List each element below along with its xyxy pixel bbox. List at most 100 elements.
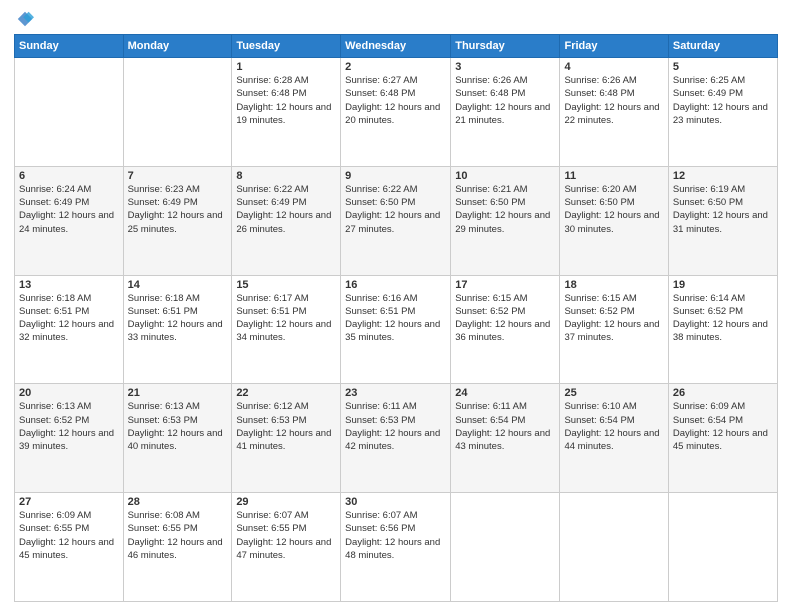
calendar-day-1: 1 Sunrise: 6:28 AMSunset: 6:48 PMDayligh… [232,58,341,167]
logo [14,10,34,28]
day-number: 8 [236,170,336,182]
header [14,10,778,28]
day-number: 21 [128,387,228,399]
calendar-table: SundayMondayTuesdayWednesdayThursdayFrid… [14,34,778,602]
calendar-header-row: SundayMondayTuesdayWednesdayThursdayFrid… [15,35,778,58]
day-info: Sunrise: 6:17 AMSunset: 6:51 PMDaylight:… [236,293,331,344]
day-header-friday: Friday [560,35,668,58]
day-number: 15 [236,279,336,291]
calendar-day-6: 6 Sunrise: 6:24 AMSunset: 6:49 PMDayligh… [15,166,124,275]
day-number: 18 [564,279,663,291]
empty-cell [451,493,560,602]
calendar-day-30: 30 Sunrise: 6:07 AMSunset: 6:56 PMDaylig… [341,493,451,602]
empty-cell [15,58,124,167]
day-info: Sunrise: 6:15 AMSunset: 6:52 PMDaylight:… [455,293,550,344]
day-info: Sunrise: 6:15 AMSunset: 6:52 PMDaylight:… [564,293,659,344]
day-number: 24 [455,387,555,399]
day-number: 1 [236,61,336,73]
day-number: 14 [128,279,228,291]
day-info: Sunrise: 6:09 AMSunset: 6:55 PMDaylight:… [19,510,114,561]
day-info: Sunrise: 6:23 AMSunset: 6:49 PMDaylight:… [128,184,223,235]
day-number: 26 [673,387,773,399]
day-info: Sunrise: 6:16 AMSunset: 6:51 PMDaylight:… [345,293,440,344]
calendar-day-12: 12 Sunrise: 6:19 AMSunset: 6:50 PMDaylig… [668,166,777,275]
day-header-tuesday: Tuesday [232,35,341,58]
day-info: Sunrise: 6:21 AMSunset: 6:50 PMDaylight:… [455,184,550,235]
day-info: Sunrise: 6:28 AMSunset: 6:48 PMDaylight:… [236,75,331,126]
calendar-day-22: 22 Sunrise: 6:12 AMSunset: 6:53 PMDaylig… [232,384,341,493]
calendar-day-18: 18 Sunrise: 6:15 AMSunset: 6:52 PMDaylig… [560,275,668,384]
day-number: 12 [673,170,773,182]
calendar-day-16: 16 Sunrise: 6:16 AMSunset: 6:51 PMDaylig… [341,275,451,384]
calendar-day-8: 8 Sunrise: 6:22 AMSunset: 6:49 PMDayligh… [232,166,341,275]
calendar-day-14: 14 Sunrise: 6:18 AMSunset: 6:51 PMDaylig… [123,275,232,384]
calendar-day-20: 20 Sunrise: 6:13 AMSunset: 6:52 PMDaylig… [15,384,124,493]
calendar-day-2: 2 Sunrise: 6:27 AMSunset: 6:48 PMDayligh… [341,58,451,167]
day-info: Sunrise: 6:13 AMSunset: 6:53 PMDaylight:… [128,401,223,452]
calendar-day-27: 27 Sunrise: 6:09 AMSunset: 6:55 PMDaylig… [15,493,124,602]
day-info: Sunrise: 6:08 AMSunset: 6:55 PMDaylight:… [128,510,223,561]
calendar-day-25: 25 Sunrise: 6:10 AMSunset: 6:54 PMDaylig… [560,384,668,493]
day-info: Sunrise: 6:22 AMSunset: 6:49 PMDaylight:… [236,184,331,235]
calendar-day-17: 17 Sunrise: 6:15 AMSunset: 6:52 PMDaylig… [451,275,560,384]
day-info: Sunrise: 6:19 AMSunset: 6:50 PMDaylight:… [673,184,768,235]
calendar-day-9: 9 Sunrise: 6:22 AMSunset: 6:50 PMDayligh… [341,166,451,275]
calendar-week-2: 6 Sunrise: 6:24 AMSunset: 6:49 PMDayligh… [15,166,778,275]
calendar-day-24: 24 Sunrise: 6:11 AMSunset: 6:54 PMDaylig… [451,384,560,493]
day-header-sunday: Sunday [15,35,124,58]
calendar-day-29: 29 Sunrise: 6:07 AMSunset: 6:55 PMDaylig… [232,493,341,602]
day-number: 6 [19,170,119,182]
day-number: 23 [345,387,446,399]
calendar-day-23: 23 Sunrise: 6:11 AMSunset: 6:53 PMDaylig… [341,384,451,493]
day-number: 3 [455,61,555,73]
day-info: Sunrise: 6:12 AMSunset: 6:53 PMDaylight:… [236,401,331,452]
empty-cell [560,493,668,602]
day-info: Sunrise: 6:25 AMSunset: 6:49 PMDaylight:… [673,75,768,126]
day-header-saturday: Saturday [668,35,777,58]
calendar-day-28: 28 Sunrise: 6:08 AMSunset: 6:55 PMDaylig… [123,493,232,602]
calendar-day-7: 7 Sunrise: 6:23 AMSunset: 6:49 PMDayligh… [123,166,232,275]
day-info: Sunrise: 6:11 AMSunset: 6:54 PMDaylight:… [455,401,550,452]
day-number: 28 [128,496,228,508]
calendar-day-15: 15 Sunrise: 6:17 AMSunset: 6:51 PMDaylig… [232,275,341,384]
day-number: 19 [673,279,773,291]
day-info: Sunrise: 6:14 AMSunset: 6:52 PMDaylight:… [673,293,768,344]
calendar-day-3: 3 Sunrise: 6:26 AMSunset: 6:48 PMDayligh… [451,58,560,167]
day-number: 7 [128,170,228,182]
day-info: Sunrise: 6:26 AMSunset: 6:48 PMDaylight:… [455,75,550,126]
calendar-day-19: 19 Sunrise: 6:14 AMSunset: 6:52 PMDaylig… [668,275,777,384]
calendar-day-11: 11 Sunrise: 6:20 AMSunset: 6:50 PMDaylig… [560,166,668,275]
empty-cell [668,493,777,602]
day-number: 25 [564,387,663,399]
day-number: 2 [345,61,446,73]
day-info: Sunrise: 6:09 AMSunset: 6:54 PMDaylight:… [673,401,768,452]
day-header-thursday: Thursday [451,35,560,58]
calendar-day-4: 4 Sunrise: 6:26 AMSunset: 6:48 PMDayligh… [560,58,668,167]
day-number: 29 [236,496,336,508]
calendar-day-21: 21 Sunrise: 6:13 AMSunset: 6:53 PMDaylig… [123,384,232,493]
day-info: Sunrise: 6:27 AMSunset: 6:48 PMDaylight:… [345,75,440,126]
day-number: 22 [236,387,336,399]
day-number: 4 [564,61,663,73]
day-number: 9 [345,170,446,182]
day-number: 20 [19,387,119,399]
day-number: 13 [19,279,119,291]
day-info: Sunrise: 6:10 AMSunset: 6:54 PMDaylight:… [564,401,659,452]
day-number: 5 [673,61,773,73]
day-number: 17 [455,279,555,291]
day-header-wednesday: Wednesday [341,35,451,58]
day-number: 30 [345,496,446,508]
day-header-monday: Monday [123,35,232,58]
day-info: Sunrise: 6:13 AMSunset: 6:52 PMDaylight:… [19,401,114,452]
calendar-day-26: 26 Sunrise: 6:09 AMSunset: 6:54 PMDaylig… [668,384,777,493]
day-number: 11 [564,170,663,182]
calendar-week-1: 1 Sunrise: 6:28 AMSunset: 6:48 PMDayligh… [15,58,778,167]
calendar-week-4: 20 Sunrise: 6:13 AMSunset: 6:52 PMDaylig… [15,384,778,493]
calendar-week-3: 13 Sunrise: 6:18 AMSunset: 6:51 PMDaylig… [15,275,778,384]
day-info: Sunrise: 6:26 AMSunset: 6:48 PMDaylight:… [564,75,659,126]
day-info: Sunrise: 6:22 AMSunset: 6:50 PMDaylight:… [345,184,440,235]
day-info: Sunrise: 6:07 AMSunset: 6:56 PMDaylight:… [345,510,440,561]
day-info: Sunrise: 6:20 AMSunset: 6:50 PMDaylight:… [564,184,659,235]
calendar-day-10: 10 Sunrise: 6:21 AMSunset: 6:50 PMDaylig… [451,166,560,275]
day-info: Sunrise: 6:18 AMSunset: 6:51 PMDaylight:… [19,293,114,344]
